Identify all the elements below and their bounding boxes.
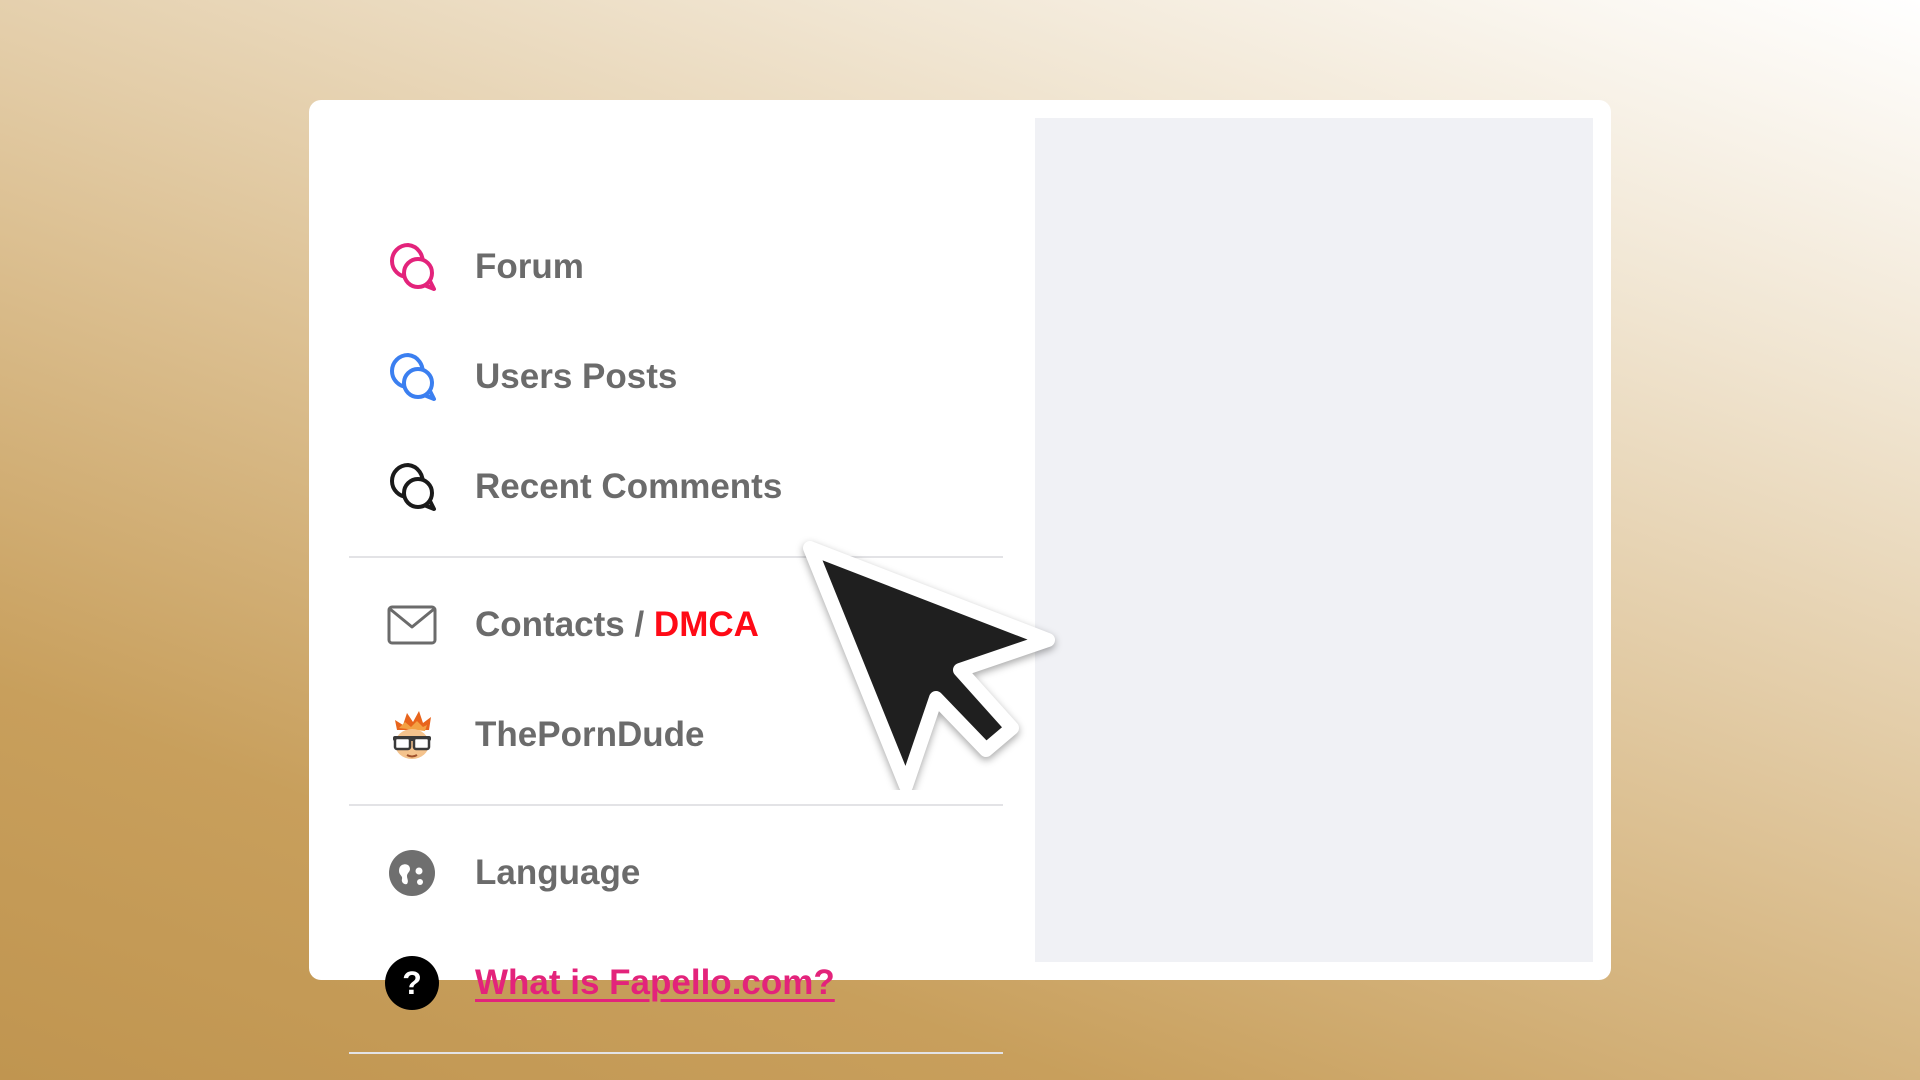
menu-item-forum[interactable]: Forum bbox=[349, 222, 1003, 312]
menu-item-about-fapello[interactable]: ? What is Fapello.com? bbox=[349, 938, 1003, 1028]
menu-item-users-posts[interactable]: Users Posts bbox=[349, 332, 1003, 422]
cartoon-face-avatar-icon bbox=[385, 708, 439, 762]
chat-bubbles-icon bbox=[385, 460, 439, 514]
svg-text:?: ? bbox=[402, 965, 422, 1001]
question-mark-icon: ? bbox=[385, 956, 439, 1010]
envelope-icon bbox=[385, 598, 439, 652]
language-icon bbox=[385, 846, 439, 900]
menu-item-language[interactable]: Language bbox=[349, 828, 1003, 918]
menu-item-label: ThePornDude bbox=[475, 715, 705, 754]
chat-bubbles-icon bbox=[385, 240, 439, 294]
what-is-fapello-link[interactable]: What is Fapello.com? bbox=[475, 963, 835, 1003]
menu-item-label: Contacts / DMCA bbox=[475, 605, 759, 644]
divider bbox=[349, 1052, 1003, 1054]
menu-item-recent-comments[interactable]: Recent Comments bbox=[349, 442, 1003, 532]
content-panel bbox=[1035, 118, 1593, 962]
divider bbox=[349, 804, 1003, 806]
menu-item-label: Users Posts bbox=[475, 357, 678, 396]
chat-bubbles-icon bbox=[385, 350, 439, 404]
dmca-label: DMCA bbox=[653, 605, 759, 644]
mouse-pointer-arrow-icon bbox=[803, 541, 1055, 790]
menu-item-label: Language bbox=[475, 853, 641, 892]
menu-item-label: Forum bbox=[475, 247, 584, 286]
menu-item-label: Recent Comments bbox=[475, 467, 783, 506]
